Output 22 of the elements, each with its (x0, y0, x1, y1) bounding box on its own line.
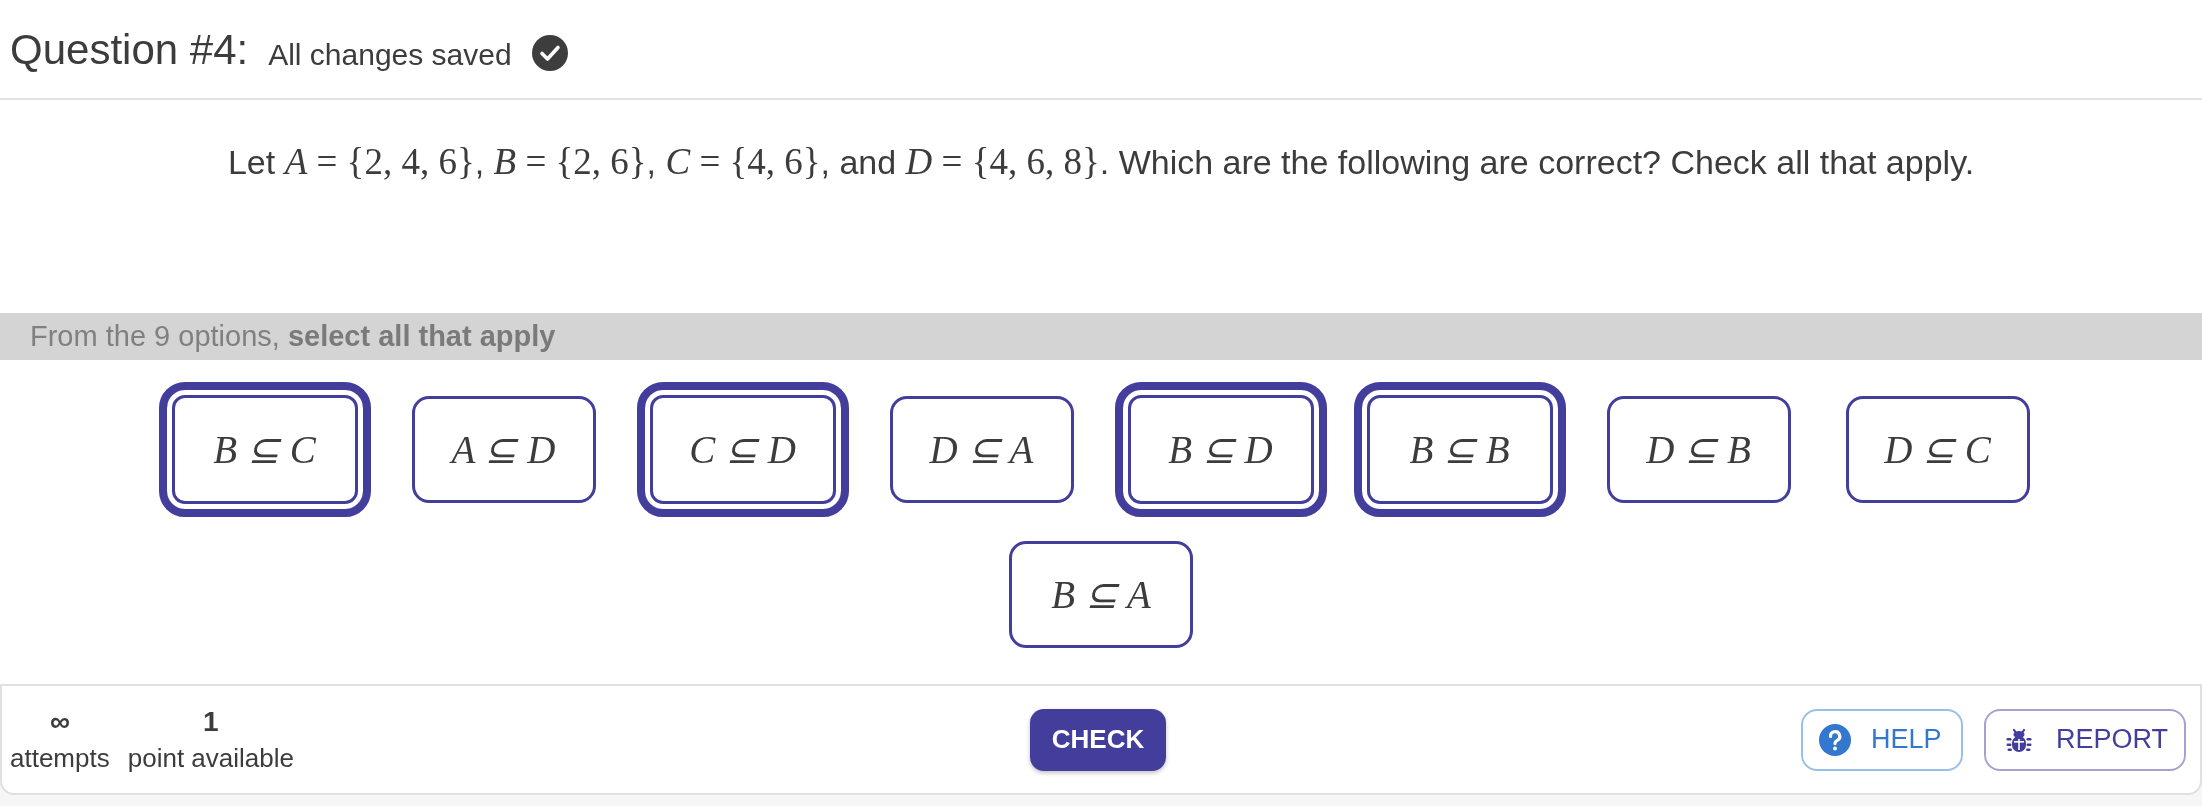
stat-value: ∞ (49, 706, 70, 738)
report-button[interactable]: REPORT (1984, 708, 2186, 771)
answer-option[interactable]: D ⊆ C (1845, 396, 2030, 503)
question-prompt: Let A = {2, 4, 6}, B = {2, 6}, C = {4, 6}, and D = {4, 6, 8}. Which are the following are correct? Check all that apply. (227, 140, 1975, 184)
instruction-text: From the 9 options, select all that apply (30, 319, 556, 354)
stat-value: 1 (203, 706, 219, 738)
stat-label: attempts (10, 743, 110, 773)
answer-option[interactable]: D ⊆ A (889, 396, 1074, 503)
stat-label: point available (127, 743, 294, 773)
answer-option[interactable]: C ⊆ D (636, 382, 849, 517)
answer-option[interactable]: B ⊆ D (1114, 382, 1327, 517)
check-circle-icon (531, 35, 568, 71)
check-button[interactable]: CHECK (1030, 708, 1166, 771)
answer-option[interactable]: D ⊆ B (1606, 396, 1791, 503)
save-status: All changes saved (268, 37, 512, 71)
question-title: Question #4: (10, 26, 249, 74)
help-button[interactable]: HELP (1801, 708, 1963, 771)
answer-option[interactable]: A ⊆ D (411, 396, 596, 503)
help-icon (1819, 723, 1851, 756)
answer-option[interactable]: B ⊆ B (1353, 382, 1566, 517)
answer-option[interactable]: B ⊆ A (1009, 541, 1193, 648)
answer-option[interactable]: B ⊆ C (158, 382, 371, 517)
